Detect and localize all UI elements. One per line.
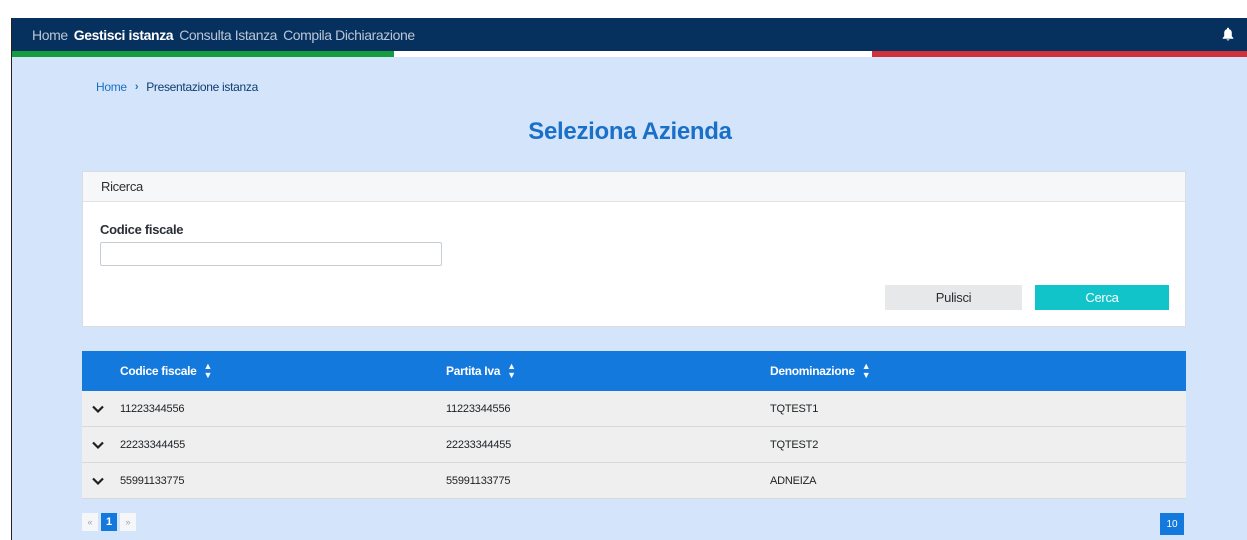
italian-flag-stripe (12, 51, 1247, 57)
table-header: Codice fiscale ▲ ▼ Partita Iva ▲ ▼ Denomin… (82, 351, 1186, 391)
cell-denominazione: ADNEIZA (770, 474, 817, 487)
cell-codice-fiscale: 55991133775 (120, 474, 185, 487)
clear-button[interactable]: Pulisci (885, 285, 1022, 310)
pagination-next-button[interactable]: » (120, 513, 136, 531)
table-row[interactable]: 55991133775 55991133775 ADNEIZA (82, 463, 1186, 499)
pagination-prev-button[interactable]: « (82, 513, 98, 531)
breadcrumb-home-link[interactable]: Home (96, 80, 127, 94)
cell-codice-fiscale: 11223344556 (120, 402, 185, 415)
chevron-down-icon[interactable] (91, 476, 105, 486)
sort-icon: ▲ ▼ (507, 361, 516, 380)
sort-icon: ▲ ▼ (861, 361, 871, 380)
nav-item-compila-dichiarazione[interactable]: Compila Dichiarazione (283, 27, 415, 43)
breadcrumb-separator: › (134, 81, 139, 93)
column-label: Codice fiscale (120, 364, 197, 378)
cell-partita-iva: 55991133775 (446, 474, 511, 487)
column-header-denominazione[interactable]: Denominazione ▲ ▼ (770, 362, 1070, 380)
nav-item-home[interactable]: Home (32, 27, 68, 43)
chevron-down-icon[interactable] (91, 440, 105, 450)
flag-green-band (12, 51, 394, 57)
column-header-partita-iva[interactable]: Partita Iva ▲ ▼ (446, 362, 770, 380)
top-navbar: Home Gestisci istanza Consulta Istanza C… (12, 18, 1247, 51)
sort-icon: ▲ ▼ (203, 361, 213, 380)
codice-fiscale-input[interactable] (100, 242, 442, 266)
column-label: Denominazione (770, 364, 855, 378)
flag-white-band (394, 51, 872, 57)
breadcrumb: Home › Presentazione istanza (96, 80, 258, 94)
codice-fiscale-label: Codice fiscale (100, 222, 184, 237)
cell-denominazione: TQTEST1 (770, 402, 819, 415)
page-size-button[interactable]: 10 (1160, 513, 1184, 535)
page-title: Seleziona Azienda (528, 118, 732, 145)
cell-denominazione: TQTEST2 (770, 438, 819, 451)
nav-item-gestisci-istanza[interactable]: Gestisci istanza (74, 27, 174, 43)
search-button[interactable]: Cerca (1035, 285, 1169, 310)
cell-partita-iva: 22233344455 (446, 438, 512, 451)
companies-table: Codice fiscale ▲ ▼ Partita Iva ▲ ▼ Denomin… (82, 351, 1186, 499)
main-nav: Home Gestisci istanza Consulta Istanza C… (32, 18, 415, 51)
nav-item-consulta-istanza[interactable]: Consulta Istanza (179, 27, 277, 43)
pagination-page-button[interactable]: 1 (101, 513, 117, 531)
cell-codice-fiscale: 22233344455 (120, 438, 186, 451)
search-card-header: Ricerca (83, 172, 1185, 202)
flag-red-band (872, 51, 1247, 57)
breadcrumb-current: Presentazione istanza (146, 80, 258, 94)
column-label: Partita Iva (446, 364, 501, 378)
table-row[interactable]: 11223344556 11223344556 TQTEST1 (82, 391, 1186, 427)
search-card: Ricerca Codice fiscale Pulisci Cerca (82, 171, 1186, 327)
cell-partita-iva: 11223344556 (446, 402, 511, 415)
chevron-down-icon[interactable] (91, 404, 105, 414)
app-frame: Home Gestisci istanza Consulta Istanza C… (11, 18, 1247, 540)
column-header-codice-fiscale[interactable]: Codice fiscale ▲ ▼ (120, 362, 446, 380)
table-row[interactable]: 22233344455 22233344455 TQTEST2 (82, 427, 1186, 463)
pagination: « 1 » (82, 513, 136, 531)
bell-icon[interactable] (1222, 27, 1234, 41)
